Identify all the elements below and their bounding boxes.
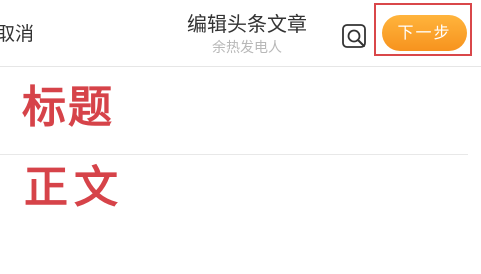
- divider: [0, 154, 468, 155]
- editor-screen: 取消 编辑头条文章 余热发电人 下一步 标题 正文: [0, 0, 481, 274]
- title-block: 编辑头条文章 余热发电人: [140, 10, 354, 57]
- page-title: 编辑头条文章: [187, 12, 307, 36]
- article-body-field[interactable]: 正文: [24, 160, 124, 216]
- next-step-button[interactable]: 下一步: [382, 15, 467, 51]
- cancel-button[interactable]: 取消: [0, 22, 34, 46]
- preview-icon[interactable]: [341, 23, 369, 51]
- article-title-field[interactable]: 标题: [22, 80, 114, 136]
- account-name: 余热发电人: [212, 40, 282, 56]
- top-bar: 取消 编辑头条文章 余热发电人 下一步: [0, 0, 481, 67]
